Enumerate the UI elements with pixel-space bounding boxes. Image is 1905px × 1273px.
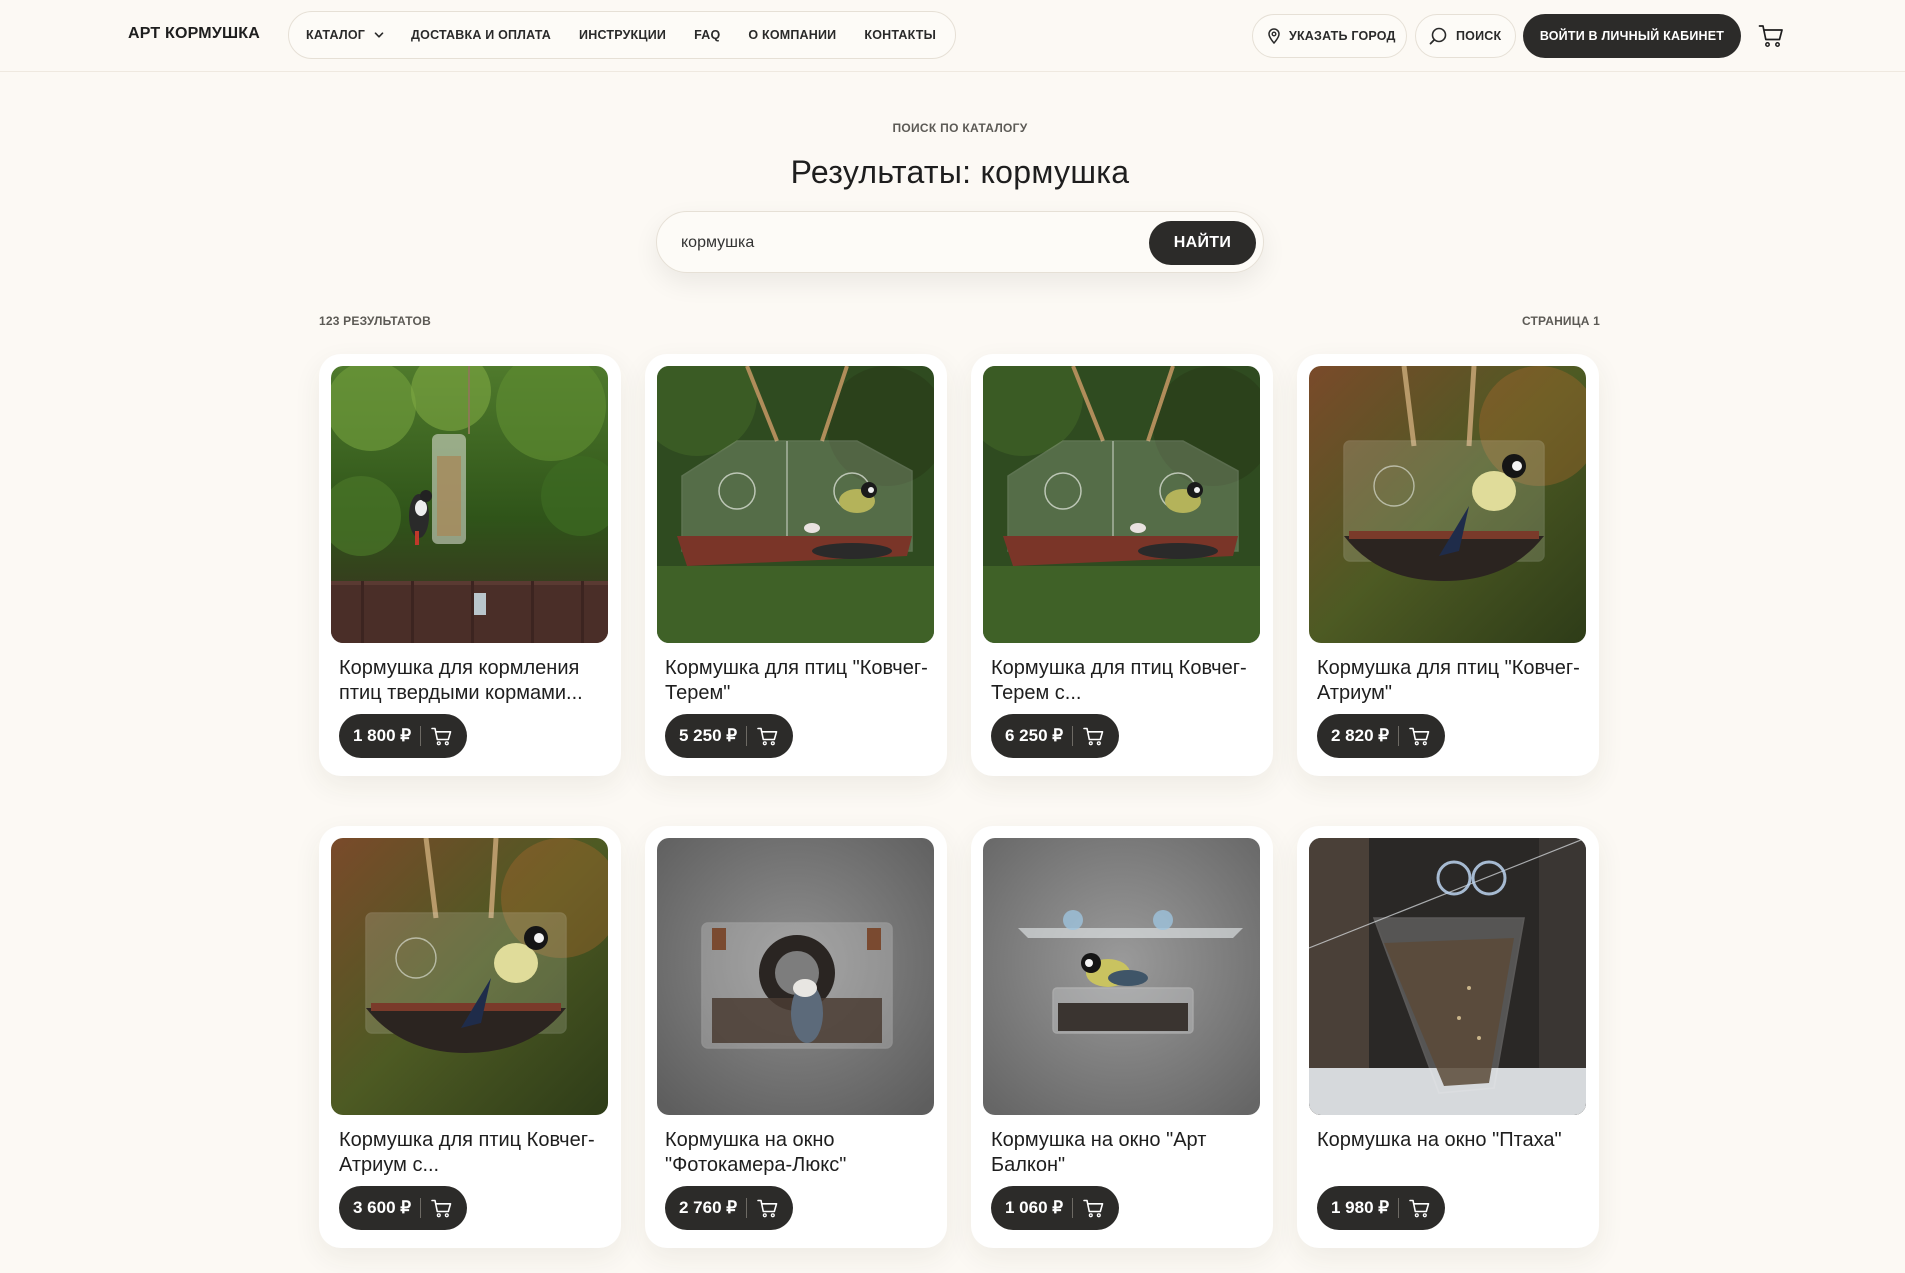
divider [1398, 1198, 1400, 1218]
site-header: АРТ КОРМУШКА КАТАЛОГ ДОСТАВКА И ОПЛАТА И… [0, 0, 1905, 72]
add-to-cart-button[interactable]: 3 600 ₽ [339, 1186, 467, 1230]
product-name[interactable]: Кормушка для птиц "Ковчег-Терем" [665, 656, 937, 708]
cart-icon [1083, 727, 1104, 745]
product-price: 2 760 ₽ [679, 1198, 738, 1217]
nav-item-delivery[interactable]: ДОСТАВКА И ОПЛАТА [411, 28, 551, 42]
product-image-atrium-feeder-set[interactable] [331, 838, 608, 1115]
search-eyebrow: ПОИСК ПО КАТАЛОГУ [892, 121, 1028, 135]
product-card[interactable]: Кормушка для птиц Ковчег-Терем с... 6 25… [971, 354, 1273, 776]
nav-item-faq[interactable]: FAQ [694, 28, 720, 42]
add-to-cart-button[interactable]: 6 250 ₽ [991, 714, 1119, 758]
divider [1072, 1198, 1074, 1218]
site-logo[interactable]: АРТ КОРМУШКА [128, 25, 260, 43]
header-search-button[interactable]: ПОИСК [1415, 14, 1516, 58]
location-pin-icon [1268, 28, 1280, 44]
divider [746, 1198, 748, 1218]
product-name[interactable]: Кормушка для птиц Ковчег-Терем с... [991, 656, 1263, 708]
product-card[interactable]: Кормушка для кормления птиц твердыми кор… [319, 354, 621, 776]
product-name[interactable]: Кормушка на окно "Фотокамера-Люкс" [665, 1128, 937, 1180]
product-card[interactable]: Кормушка для птиц "Ковчег-Терем" 5 250 ₽ [645, 354, 947, 776]
product-name[interactable]: Кормушка для птиц "Ковчег-Атриум" [1317, 656, 1589, 708]
nav-item-instructions[interactable]: ИНСТРУКЦИИ [579, 28, 666, 42]
product-card[interactable]: Кормушка на окно "Фотокамера-Люкс" 2 760… [645, 826, 947, 1248]
city-select-label: УКАЗАТЬ ГОРОД [1289, 29, 1396, 43]
nav-item-about[interactable]: О КОМПАНИИ [748, 28, 836, 42]
divider [420, 726, 422, 746]
add-to-cart-button[interactable]: 1 980 ₽ [1317, 1186, 1445, 1230]
cart-icon [757, 727, 778, 745]
product-price: 5 250 ₽ [679, 726, 738, 745]
chevron-down-icon [374, 32, 384, 38]
product-card[interactable]: Кормушка для птиц "Ковчег-Атриум" 2 820 … [1297, 354, 1599, 776]
page-indicator: СТРАНИЦА 1 [1521, 314, 1600, 328]
catalog-search-input[interactable] [681, 230, 1101, 256]
divider [1398, 726, 1400, 746]
product-price: 3 600 ₽ [353, 1198, 412, 1217]
cart-icon [1083, 1199, 1104, 1217]
find-button[interactable]: НАЙТИ [1149, 221, 1256, 265]
login-button[interactable]: ВОЙТИ В ЛИЧНЫЙ КАБИНЕТ [1523, 14, 1741, 58]
header-search-label: ПОИСК [1456, 29, 1502, 43]
product-card[interactable]: Кормушка на окно "Птаха" 1 980 ₽ [1297, 826, 1599, 1248]
product-name[interactable]: Кормушка для птиц Ковчег-Атриум с... [339, 1128, 611, 1180]
product-price: 6 250 ₽ [1005, 726, 1064, 745]
product-name[interactable]: Кормушка для кормления птиц твердыми кор… [339, 656, 611, 708]
cart-icon [431, 1199, 452, 1217]
divider [1072, 726, 1074, 746]
product-name[interactable]: Кормушка на окно "Птаха" [1317, 1128, 1589, 1180]
cart-icon [1409, 727, 1430, 745]
add-to-cart-button[interactable]: 2 760 ₽ [665, 1186, 793, 1230]
search-icon [1429, 27, 1447, 45]
cart-icon [431, 727, 452, 745]
product-price: 1 980 ₽ [1331, 1198, 1390, 1217]
nav-item-label: КАТАЛОГ [306, 28, 366, 42]
main-nav: КАТАЛОГ ДОСТАВКА И ОПЛАТА ИНСТРУКЦИИ FAQ… [288, 11, 956, 59]
city-select-button[interactable]: УКАЗАТЬ ГОРОД [1252, 14, 1407, 58]
product-name[interactable]: Кормушка на окно "Арт Балкон" [991, 1128, 1263, 1180]
add-to-cart-button[interactable]: 1 800 ₽ [339, 714, 467, 758]
product-image-house-feeder-set[interactable] [983, 366, 1260, 643]
product-price: 1 800 ₽ [353, 726, 412, 745]
product-image-ptaha-window-feeder[interactable] [1309, 838, 1586, 1115]
product-card[interactable]: Кормушка на окно "Арт Балкон" 1 060 ₽ [971, 826, 1273, 1248]
cart-icon [757, 1199, 778, 1217]
divider [420, 1198, 422, 1218]
product-image-balcony-window-feeder[interactable] [983, 838, 1260, 1115]
nav-item-contacts[interactable]: КОНТАКТЫ [864, 28, 936, 42]
product-price: 2 820 ₽ [1331, 726, 1390, 745]
product-image-camera-window-feeder[interactable] [657, 838, 934, 1115]
add-to-cart-button[interactable]: 2 820 ₽ [1317, 714, 1445, 758]
add-to-cart-button[interactable]: 5 250 ₽ [665, 714, 793, 758]
divider [746, 726, 748, 746]
product-card[interactable]: Кормушка для птиц Ковчег-Атриум с... 3 6… [319, 826, 621, 1248]
product-price: 1 060 ₽ [1005, 1198, 1064, 1217]
product-image-woodpecker-feeder[interactable] [331, 366, 608, 643]
nav-item-catalog[interactable]: КАТАЛОГ [306, 28, 385, 42]
product-image-house-feeder[interactable] [657, 366, 934, 643]
add-to-cart-button[interactable]: 1 060 ₽ [991, 1186, 1119, 1230]
page-title: Результаты: кормушка [790, 154, 1130, 190]
cart-icon[interactable] [1758, 24, 1784, 48]
cart-icon [1409, 1199, 1430, 1217]
product-image-atrium-feeder[interactable] [1309, 366, 1586, 643]
results-count: 123 РЕЗУЛЬТАТОВ [319, 314, 431, 328]
catalog-search-form: НАЙТИ [656, 211, 1264, 273]
